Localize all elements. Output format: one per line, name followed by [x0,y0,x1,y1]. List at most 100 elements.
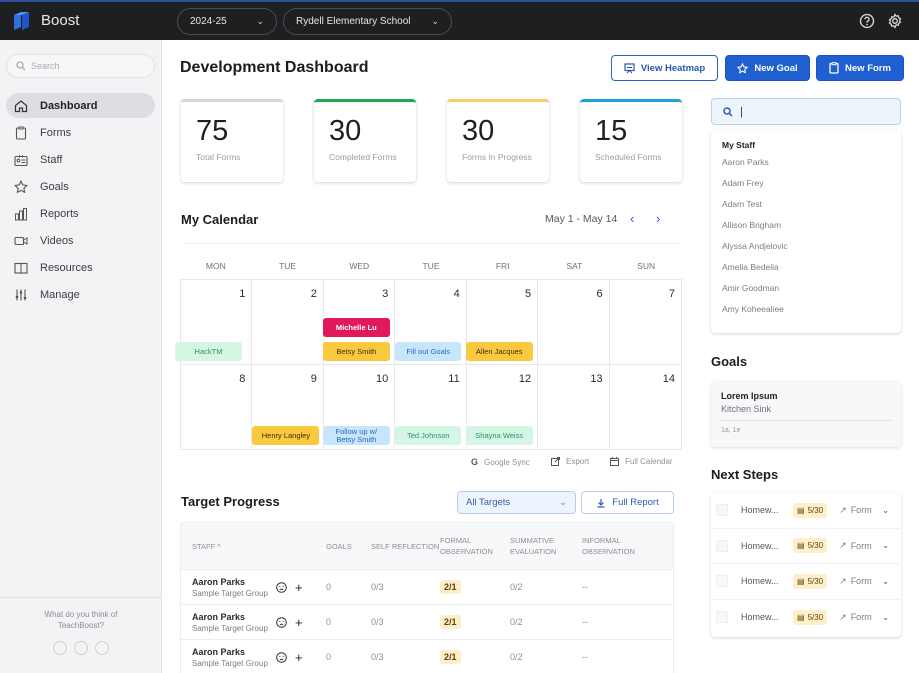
happy-face-icon[interactable] [53,641,67,655]
step-form-link[interactable]: ↗ Form [839,576,872,587]
school-select[interactable]: Rydell Elementary School ⌄ [283,8,452,35]
stat-card-forms-in-progress[interactable]: 30 Forms In Progress [447,99,549,182]
calendar-day[interactable]: 10 Follow up w/ Betsy Smith [322,365,396,450]
stat-card-completed-forms[interactable]: 30 Completed Forms [314,99,416,182]
table-row[interactable]: Aaron Parks Sample Target Group + 0 0/3 2… [181,604,673,639]
chevron-down-icon[interactable]: ⌄ [882,576,890,587]
chevron-right-icon[interactable]: › [656,211,660,226]
chevron-left-icon[interactable]: ‹ [630,211,634,226]
staff-option[interactable]: Alyssa Andjelovic [722,241,901,262]
export-link[interactable]: Export [551,457,589,466]
column-header-informal-observation: INFORMAL OBSERVATION [582,536,635,556]
calendar-day[interactable]: 9 Henry Langley [252,365,324,450]
calendar-day[interactable]: 3 Michelle Lu Betsy Smith [322,280,396,365]
sad-face-icon[interactable] [276,616,287,628]
step-form-label: Form [850,576,872,587]
staff-option[interactable]: Allison Brigham [722,220,901,241]
full-report-button[interactable]: Full Report [581,491,674,514]
column-header-staff[interactable]: STAFF ^ [181,541,326,552]
staff-option[interactable]: Adam Frey [722,178,901,199]
chevron-down-icon[interactable]: ⌄ [882,505,890,516]
calendar-day[interactable]: 2 [252,280,324,365]
sidebar-item-dashboard[interactable]: Dashboard [6,93,155,118]
calendar-day[interactable]: 12 Shayna Weiss [465,365,539,450]
full-calendar-link[interactable]: Full Calendar [610,457,673,466]
sidebar-item-reports[interactable]: Reports [6,201,155,226]
step-checkbox[interactable] [716,611,728,624]
calendar-day[interactable]: 7 [609,280,681,365]
help-icon[interactable] [859,13,875,29]
calendar-event[interactable]: Betsy Smith [322,342,390,361]
calendar-day[interactable]: 8 [181,365,253,450]
sidebar-item-goals[interactable]: Goals [6,174,155,199]
step-checkbox[interactable] [716,539,728,552]
calendar-event[interactable]: Fill out Goals [395,342,462,361]
sidebar-search-input[interactable]: Search [6,54,155,78]
stat-card-scheduled-forms[interactable]: 15 Scheduled Forms [580,99,682,182]
neutral-face-icon[interactable] [74,641,88,655]
calendar-day[interactable]: 6 [538,280,610,365]
calendar-day[interactable]: 4 Fill out Goals [395,280,467,365]
sad-face-icon[interactable] [95,641,109,655]
targets-filter-select[interactable]: All Targets ⌄ [457,491,576,514]
calendar-event[interactable]: Allen Jacques [465,342,533,361]
table-row[interactable]: Aaron Parks Sample Target Group + 0 0/3 2… [181,639,673,673]
goal-card[interactable]: Lorem Ipsum Kitchen Sink 1a, 1e [711,381,901,447]
staff-option[interactable]: Adam Test [722,199,901,220]
calendar-day[interactable]: 13 [538,365,610,450]
goals-value: 0 [326,652,332,662]
calendar-event[interactable]: Ted Johnson [395,426,462,445]
calendar-event[interactable]: Henry Langley [252,426,320,445]
step-form-link[interactable]: ↗ Form [839,612,872,623]
staff-option[interactable]: Amy Koheealiee [722,304,901,325]
calendar-day[interactable]: 14 [609,365,681,450]
calendar-event[interactable]: HackTM [175,342,242,361]
chevron-down-icon[interactable]: ⌄ [882,540,890,551]
view-heatmap-button[interactable]: View Heatmap [611,55,718,81]
step-checkbox[interactable] [716,575,728,588]
plus-icon[interactable]: + [295,650,303,665]
new-form-button[interactable]: New Form [816,55,904,81]
year-select[interactable]: 2024-25 ⌄ [177,8,277,35]
plus-icon[interactable]: + [295,580,303,595]
sidebar-item-videos[interactable]: Videos [6,228,155,253]
staff-search-value: | [740,105,743,118]
external-link-icon: ↗ [839,540,847,551]
google-sync-link[interactable]: G Google Sync [471,457,530,467]
plus-icon[interactable]: + [295,615,303,630]
sidebar-item-resources[interactable]: Resources [6,255,155,280]
calendar-icon: ▤ [797,612,805,622]
calendar-day[interactable]: 5 Allen Jacques [465,280,539,365]
sad-face-icon[interactable] [276,651,287,663]
table-row[interactable]: Aaron Parks Sample Target Group + 0 0/3 2… [181,569,673,604]
settings-icon[interactable] [887,13,903,29]
calendar-event[interactable]: Follow up w/ Betsy Smith [322,426,390,445]
staff-name[interactable]: Aaron Parks [192,577,276,587]
sidebar-item-label: Resources [40,261,93,274]
sidebar: Search Dashboard Forms Staff Goals Repor… [0,40,162,673]
sidebar-item-staff[interactable]: Staff [6,147,155,172]
google-sync-label: Google Sync [484,457,530,467]
chevron-down-icon[interactable]: ⌄ [882,612,890,623]
staff-option[interactable]: Amir Goodman [722,283,901,304]
new-goal-button[interactable]: New Goal [725,55,810,81]
calendar-day[interactable]: 11 Ted Johnson [395,365,467,450]
calendar-day[interactable]: 1 HackTM [175,280,253,365]
staff-name[interactable]: Aaron Parks [192,647,276,657]
calendar-event[interactable]: Shayna Weiss [465,426,533,445]
step-name: Homew... [741,576,779,587]
step-form-link[interactable]: ↗ Form [839,540,872,551]
staff-option[interactable]: Amelia Bedelia [722,262,901,283]
sidebar-item-forms[interactable]: Forms [6,120,155,145]
main-content: Development Dashboard View Heatmap New G… [162,40,919,673]
staff-search-input[interactable]: | [711,98,901,125]
step-checkbox[interactable] [716,504,728,517]
staff-option[interactable]: Aaron Parks [722,157,901,178]
step-form-link[interactable]: ↗ Form [839,505,872,516]
sad-face-icon[interactable] [276,581,287,593]
stat-card-total-forms[interactable]: 75 Total Forms [181,99,283,182]
staff-name[interactable]: Aaron Parks [192,612,276,622]
sidebar-item-manage[interactable]: Manage [6,282,155,307]
step-form-label: Form [850,505,872,516]
calendar-event[interactable]: Michelle Lu [322,318,390,337]
